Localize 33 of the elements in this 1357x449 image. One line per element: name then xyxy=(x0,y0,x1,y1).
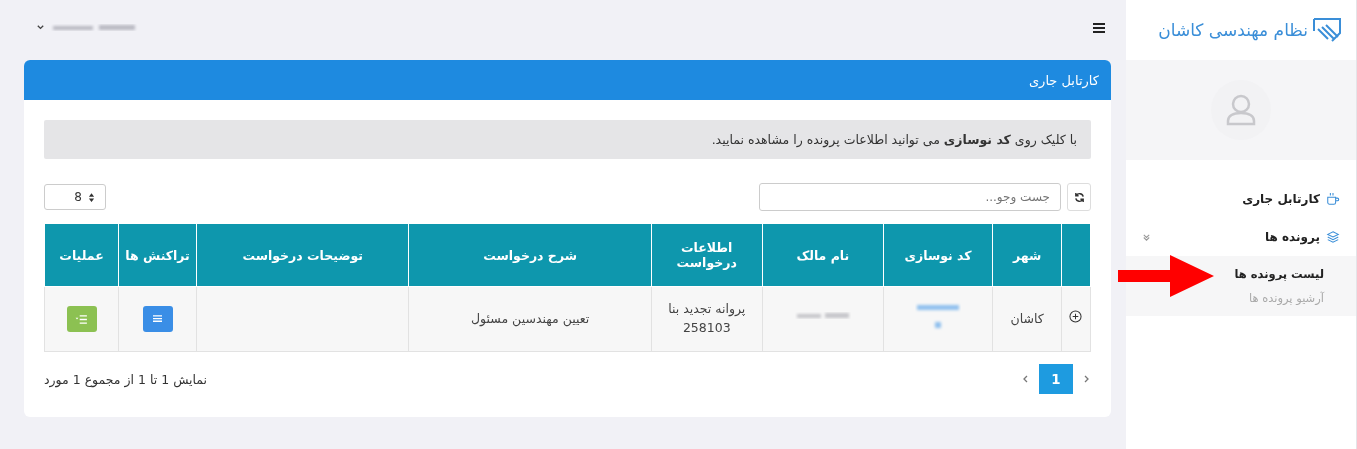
search-field[interactable]: جست وجو... xyxy=(759,183,1061,211)
sidebar-item[interactable]: کارتابل جاری xyxy=(1126,180,1356,218)
table-cell: تعیین مهندسین مسئول xyxy=(409,286,652,352)
info-notice: با کلیک روی کد نوسازی می توانید اطلاعات پرونده را مشاهده نمایید. xyxy=(44,120,1091,159)
brand-title: نظام مهندسی کاشان xyxy=(1158,20,1308,40)
menu-icon[interactable] xyxy=(1093,22,1105,33)
column-header: کد نوسازی xyxy=(883,223,993,287)
page-size-select[interactable]: 8 xyxy=(44,184,106,210)
logo-icon xyxy=(1312,17,1342,43)
card-title: کارتابل جاری xyxy=(1028,72,1099,88)
column-header: اطلاعات درخواست xyxy=(651,223,763,287)
column-header: عملیات xyxy=(44,223,119,287)
list-icon xyxy=(152,314,164,324)
refresh-icon xyxy=(1073,191,1085,203)
layers-icon xyxy=(1326,230,1340,244)
column-header: نام مالک xyxy=(762,223,884,287)
transactions-button[interactable] xyxy=(142,306,173,332)
submenu-item[interactable]: لیست پرونده ها xyxy=(1234,267,1324,281)
sort-icon xyxy=(88,191,95,203)
expand-icon[interactable] xyxy=(1069,309,1083,323)
next-icon[interactable] xyxy=(1021,374,1029,384)
cup-icon xyxy=(1326,192,1340,206)
chevron-down-icon[interactable] xyxy=(36,23,45,32)
refresh-button[interactable] xyxy=(1067,183,1091,211)
records-summary: نمایش 1 تا 1 از مجموع 1 مورد xyxy=(44,371,208,387)
column-header: توضیحات درخواست xyxy=(196,223,409,287)
column-header: شهر xyxy=(992,223,1062,287)
sidebar-item[interactable]: پرونده ها xyxy=(1126,218,1356,256)
column-header: شرح درخواست xyxy=(409,223,652,287)
column-header: تراکنش ها xyxy=(118,223,197,287)
list-menu-icon xyxy=(75,314,89,324)
previous-icon[interactable] xyxy=(1083,374,1091,384)
table-cell: کاشان xyxy=(992,286,1062,352)
